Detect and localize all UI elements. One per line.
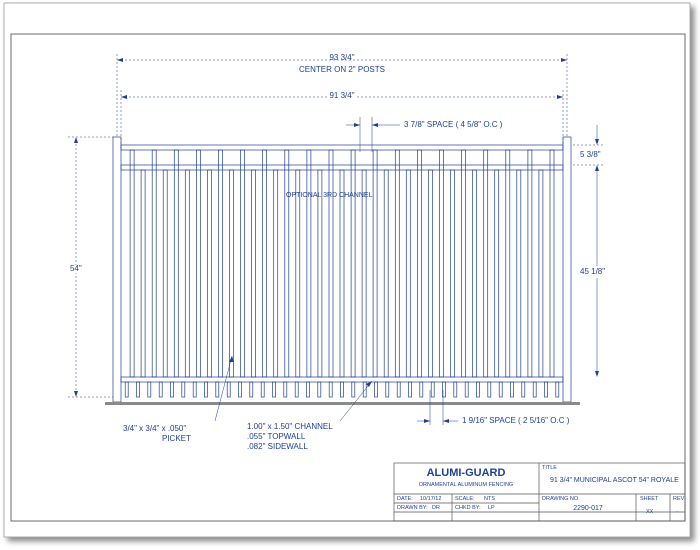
top-height-label: 5 3/8" bbox=[580, 150, 601, 159]
channel-spec-line1: 1.00" x 1.50" CHANNEL bbox=[247, 422, 333, 431]
drawing-no-value: 2290-017 bbox=[573, 505, 603, 512]
picket-spec-line2: PICKET bbox=[162, 434, 191, 443]
scale-label: SCALE: bbox=[455, 496, 475, 502]
drawing-title: 91 3/4" MUNICIPAL ASCOT 54" ROYALE bbox=[550, 477, 679, 484]
scale-value: NTS bbox=[484, 496, 495, 502]
rev-value: -- bbox=[675, 509, 679, 515]
company-subtitle: ORNAMENTAL ALUMINUM FENCING bbox=[418, 482, 514, 488]
overall-width-label: 93 3/4" bbox=[329, 53, 355, 62]
company-name: ALUMI-GUARD bbox=[426, 467, 506, 479]
picket-spec-line1: 3/4" x 3/4" x .050" bbox=[123, 424, 187, 433]
ground-line bbox=[105, 402, 580, 405]
drawn-by-value: DR bbox=[432, 505, 440, 511]
panel-width-label: 91 3/4" bbox=[327, 91, 357, 100]
date-value: 10/17/12 bbox=[420, 496, 442, 502]
channel-spec-line2: .055" TOPWALL bbox=[247, 432, 306, 441]
title-label: TITLE bbox=[542, 465, 557, 471]
picket-height-label: 45 1/8" bbox=[580, 266, 606, 278]
date-label: DATE: bbox=[397, 496, 413, 502]
channel-spec-line3: .082" SIDEWALL bbox=[247, 442, 308, 451]
sheet-value: XX bbox=[646, 509, 654, 515]
rev-label: REV bbox=[673, 496, 685, 502]
sheet-label: SHEET bbox=[640, 496, 659, 502]
overall-width-note: CENTER ON 2" POSTS bbox=[299, 65, 385, 74]
checked-by-label: CHKD BY: bbox=[455, 505, 481, 511]
drawn-by-label: DRAWN BY: bbox=[397, 505, 428, 511]
top-space-label: 3 7/8" SPACE ( 4 5/8" O.C ) bbox=[404, 120, 503, 129]
drawing-no-label: DRAWING NO bbox=[542, 496, 579, 502]
overall-height-label: 54" bbox=[70, 264, 82, 273]
checked-by-value: LP bbox=[488, 505, 495, 511]
optional-channel-label: OPTIONAL 3RD CHANNEL bbox=[286, 192, 373, 199]
bottom-space-label: 1 9/16" SPACE ( 2 5/16" O.C ) bbox=[462, 416, 570, 425]
